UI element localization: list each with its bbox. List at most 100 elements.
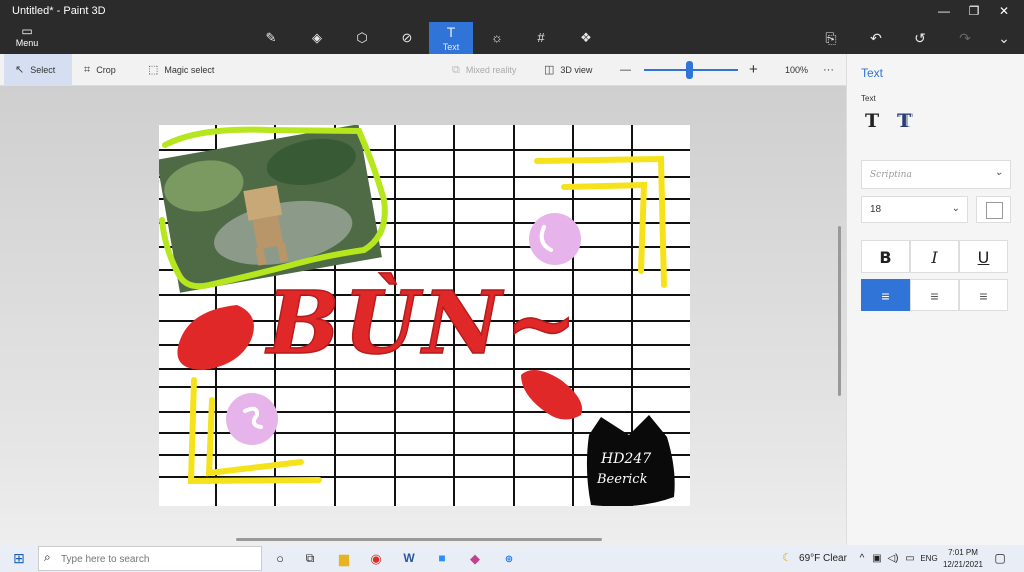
zoom-level: 100%	[785, 65, 809, 75]
cube-icon: ⬡	[356, 30, 368, 45]
zoom-app-button[interactable]: ■	[432, 545, 452, 572]
align-right-button[interactable]: ≡	[959, 279, 1008, 311]
close-button[interactable]: ✕	[989, 0, 1019, 22]
magic-select-button[interactable]: ⬚ Magic select	[148, 54, 214, 86]
red-blob-left	[177, 305, 254, 370]
word-button[interactable]: W	[399, 545, 419, 572]
font-size-dropdown[interactable]: 18 ⌄	[861, 196, 968, 223]
2d-shapes-tool[interactable]: ◈	[295, 22, 339, 54]
pink-dot-top	[529, 213, 581, 265]
redo-button[interactable]: ↷	[950, 22, 980, 54]
sticker-icon: ⊘	[401, 30, 413, 45]
align-left-button[interactable]: ≡	[861, 279, 910, 311]
windows-taskbar: ⊞ ⌕ ○ ⧉ ▆ ◉ W ■ ◆ ◎ ☾ 69°F Clear ^ ▣ ◁) …	[0, 545, 1024, 572]
maximize-button[interactable]: ❐	[959, 0, 989, 22]
2d-text-button[interactable]: T	[865, 110, 879, 132]
notification-icon: ▢	[994, 551, 1006, 565]
red-lettering: BÙN~	[264, 272, 581, 374]
paint3d-window: Untitled* - Paint 3D — ❐ ✕ ▭ Menu ✎ ◈ ⬡ …	[0, 0, 1024, 572]
task-view-button[interactable]: ⧉	[300, 545, 320, 572]
crop-label: Crop	[96, 65, 116, 75]
zoom-slider-thumb[interactable]	[686, 61, 693, 79]
notifications-button[interactable]: ▢	[990, 545, 1010, 572]
chrome-button[interactable]: ◉	[366, 545, 386, 572]
text-tool[interactable]: T Text	[429, 22, 473, 54]
panel-title: Text	[861, 66, 884, 80]
text-properties-panel: Text Text T T Scriptina ⌄ 18 ⌄ B I U ≡ ≡…	[846, 54, 1024, 545]
clipboard-icon: ⎘	[825, 30, 837, 46]
cortana-circle-icon: ○	[276, 551, 284, 566]
font-value: Scriptina	[870, 170, 912, 180]
taskbar-search-box[interactable]: ⌕	[38, 546, 262, 571]
cortana-button[interactable]: ○	[270, 545, 290, 572]
signature-line-1: HD247	[600, 451, 651, 467]
cursor-icon: ↖	[15, 64, 25, 76]
taskbar-search-input[interactable]	[61, 550, 251, 568]
zalo-icon: ◎	[505, 554, 513, 563]
battery-icon[interactable]: ▭	[903, 545, 917, 572]
brushes-tool[interactable]: ✎	[249, 22, 293, 54]
shapes-2d-icon: ◈	[312, 30, 322, 45]
folder-icon: ▭	[21, 24, 33, 38]
zoom-out-button[interactable]: —	[620, 54, 631, 86]
volume-icon[interactable]: ◁)	[886, 545, 900, 572]
expand-toolbar-button[interactable]: ⌄	[989, 22, 1019, 54]
folder-icon: ▆	[339, 551, 349, 566]
select-button[interactable]: ↖ Select	[4, 54, 72, 86]
color-swatch	[986, 202, 1003, 219]
zalo-button[interactable]: ◎	[498, 545, 520, 572]
vertical-scrollbar[interactable]	[838, 226, 841, 396]
file-explorer-button[interactable]: ▆	[334, 545, 354, 572]
chevron-down-icon: ⌄	[951, 203, 960, 214]
title-bar: Untitled* - Paint 3D — ❐ ✕	[0, 0, 1024, 22]
minimize-button[interactable]: —	[929, 0, 959, 22]
font-size-value: 18	[870, 204, 882, 215]
mixed-reality-button[interactable]: ⧉ Mixed reality	[452, 54, 516, 86]
align-center-button[interactable]: ≡	[910, 279, 959, 311]
3d-view-button[interactable]: ◫ 3D view	[544, 54, 592, 86]
drawing-canvas[interactable]: BÙN~ HD247 Beerick	[159, 125, 690, 506]
paint3d-icon: ◆	[470, 551, 480, 566]
italic-button[interactable]: I	[910, 240, 959, 273]
more-options-button[interactable]: ···	[823, 54, 834, 86]
language-indicator[interactable]: ENG	[918, 545, 940, 572]
crop-button[interactable]: ⌗ Crop	[84, 54, 116, 86]
undo-button[interactable]: ↶	[861, 22, 891, 54]
align-center-icon: ≡	[930, 288, 939, 304]
zoom-in-button[interactable]: +	[749, 54, 758, 86]
weather-widget[interactable]: 69°F Clear	[798, 545, 848, 572]
clock-date: 12/21/2021	[942, 560, 984, 569]
horizontal-scrollbar[interactable]	[236, 538, 602, 541]
text-color-button[interactable]	[976, 196, 1011, 223]
text-type-label: Text	[861, 94, 876, 103]
underline-button[interactable]: U	[959, 240, 1008, 273]
font-dropdown[interactable]: Scriptina ⌄	[861, 160, 1011, 189]
select-label: Select	[30, 65, 56, 75]
weather-icon: ☾	[782, 552, 792, 564]
word-icon: W	[403, 551, 415, 565]
magic-select-label: Magic select	[164, 65, 215, 75]
text-tool-label: Text	[442, 42, 460, 52]
3d-library-tool[interactable]: ❖	[564, 22, 608, 54]
paste-button[interactable]: ⎘	[816, 22, 846, 54]
menu-button[interactable]: ▭ Menu	[10, 24, 44, 52]
signature-line-2: Beerick	[596, 472, 648, 487]
mixed-reality-icon: ⧉	[452, 64, 460, 76]
video-camera-icon: ■	[438, 551, 446, 565]
chevron-down-icon: ⌄	[994, 167, 1003, 178]
clock[interactable]: 7:01 PM 12/21/2021	[940, 547, 986, 571]
3d-text-button[interactable]: T	[897, 110, 911, 132]
canvas-tool[interactable]: #	[519, 22, 563, 54]
network-icon[interactable]: ▣	[870, 545, 884, 572]
start-button[interactable]: ⊞	[8, 545, 30, 572]
show-hidden-icons-button[interactable]: ^	[856, 545, 868, 572]
menu-label: Menu	[15, 38, 39, 48]
bold-button[interactable]: B	[861, 240, 910, 273]
3d-shapes-tool[interactable]: ⬡	[340, 22, 384, 54]
effects-tool[interactable]: ☼	[475, 22, 519, 54]
canvas-artwork: BÙN~ HD247 Beerick	[159, 125, 690, 506]
history-icon: ↺	[914, 30, 926, 46]
history-button[interactable]: ↺	[905, 22, 935, 54]
paint3d-taskbar-button[interactable]: ◆	[465, 545, 485, 572]
stickers-tool[interactable]: ⊘	[385, 22, 429, 54]
